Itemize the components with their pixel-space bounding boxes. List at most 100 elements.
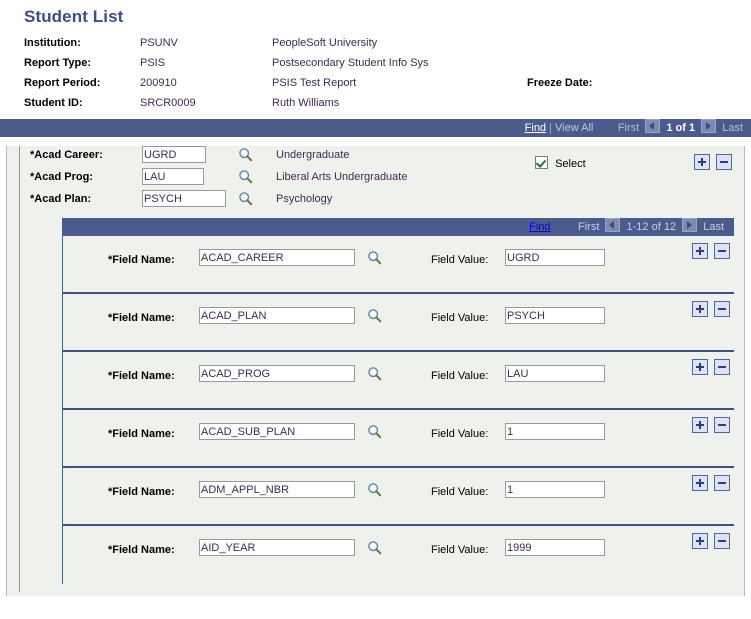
acad-fields-body: *Acad Career: UGRD Undergraduate *Acad P… — [30, 146, 407, 212]
grid-navbar: Find First 1-12 of 12 Last — [62, 218, 734, 236]
grid-remove-row-button[interactable] — [714, 475, 730, 491]
acad-career-description: Undergraduate — [276, 148, 350, 161]
field-value-label: Field Value: — [431, 544, 489, 556]
magnifier-icon[interactable] — [238, 147, 253, 162]
grid-last-link[interactable]: Last — [703, 221, 724, 233]
grid-remove-row-button[interactable] — [714, 243, 730, 259]
grid-remove-row-button[interactable] — [714, 533, 730, 549]
acad-plan-input[interactable] — [142, 190, 226, 207]
report-header-body: Institution: PSUNV PeopleSoft University… — [24, 37, 592, 117]
header-row-report-period: Report Period: 200910 PSIS Test Report F… — [24, 77, 592, 97]
grid-body: *Field Name: Field Value: — [62, 236, 734, 584]
field-name-input[interactable] — [199, 365, 355, 382]
grid-find-link[interactable]: Find — [529, 221, 550, 233]
field-value-input[interactable] — [505, 481, 605, 498]
page-title: Student List — [24, 7, 124, 26]
field-value-input[interactable] — [505, 423, 605, 440]
outer-add-row-button[interactable] — [693, 154, 710, 170]
field-name-input[interactable] — [199, 423, 355, 440]
grid-bottom-spacer — [20, 584, 744, 592]
grid-row-buttons — [689, 533, 730, 549]
outer-find-link[interactable]: Find — [525, 122, 546, 134]
grid-add-row-button[interactable] — [691, 301, 708, 317]
institution-value: PSUNV — [140, 37, 178, 49]
grid-add-row-button[interactable] — [691, 533, 708, 549]
magnifier-icon[interactable] — [238, 191, 253, 206]
grid-prev-arrow-icon[interactable] — [605, 218, 621, 232]
field-value-input[interactable] — [505, 249, 605, 266]
grid-add-row-button[interactable] — [691, 417, 708, 433]
student-name-value: Ruth Williams — [272, 97, 340, 109]
grid-row-counter: 1-12 of 12 — [626, 221, 677, 233]
student-id-label: Student ID: — [24, 97, 83, 109]
grid-row-buttons — [689, 243, 730, 259]
field-value-input[interactable] — [505, 539, 605, 556]
magnifier-icon[interactable] — [367, 308, 382, 323]
field-name-input[interactable] — [199, 481, 355, 498]
table-row: *Field Name: Field Value: — [63, 236, 734, 294]
field-value-input[interactable] — [505, 307, 605, 324]
field-grid: Find First 1-12 of 12 Last *Field Name: — [62, 218, 734, 584]
field-value-label: Field Value: — [431, 254, 489, 266]
header-row-institution-spacer — [527, 37, 592, 57]
field-name-label: *Field Name: — [108, 254, 175, 266]
outer-prev-arrow-icon[interactable] — [645, 119, 661, 133]
field-name-label: *Field Name: — [108, 544, 175, 556]
freeze-date-label: Freeze Date: — [527, 77, 593, 89]
field-value-label: Field Value: — [431, 428, 489, 440]
acad-plan-row: *Acad Plan: PSYCH Psychology — [30, 190, 407, 212]
field-name-input[interactable] — [199, 539, 355, 556]
grid-remove-row-button[interactable] — [714, 301, 730, 317]
field-value-label: Field Value: — [431, 486, 489, 498]
outer-remove-row-button[interactable] — [716, 154, 732, 170]
magnifier-icon[interactable] — [367, 366, 382, 381]
outer-first-link[interactable]: First — [618, 122, 639, 134]
magnifier-icon[interactable] — [367, 424, 382, 439]
grid-add-row-button[interactable] — [691, 475, 708, 491]
report-header-table: Institution: PSUNV PeopleSoft University… — [24, 37, 592, 117]
field-name-label: *Field Name: — [108, 312, 175, 324]
report-type-label: Report Type: — [24, 57, 92, 69]
outer-last-link[interactable]: Last — [722, 122, 743, 134]
field-value-label: Field Value: — [431, 370, 489, 382]
magnifier-icon[interactable] — [367, 250, 382, 265]
field-name-input[interactable] — [199, 249, 355, 266]
report-period-description: PSIS Test Report — [272, 77, 357, 89]
field-value-input[interactable] — [505, 365, 605, 382]
select-checkbox-group[interactable]: Select — [535, 156, 586, 170]
select-label: Select — [555, 158, 586, 170]
grid-add-row-button[interactable] — [691, 359, 708, 375]
table-row: *Field Name: Field Value: — [63, 526, 734, 584]
magnifier-icon[interactable] — [238, 169, 253, 184]
grid-next-arrow-icon[interactable] — [682, 218, 698, 232]
grid-add-row-button[interactable] — [691, 243, 708, 259]
outer-panel: *Acad Career: UGRD Undergraduate *Acad P… — [6, 146, 745, 596]
report-period-label: Report Period: — [24, 77, 101, 89]
grid-row-buttons — [689, 301, 730, 317]
acad-career-input[interactable] — [142, 146, 206, 163]
outer-scroll-navbar: Find | View All First 1 of 1 Last — [0, 119, 751, 137]
acad-prog-lookup-cell — [234, 168, 264, 190]
select-checkbox[interactable] — [535, 156, 548, 169]
acad-prog-row: *Acad Prog: LAU Liberal Arts Undergradua… — [30, 168, 407, 190]
magnifier-icon[interactable] — [367, 482, 382, 497]
magnifier-icon[interactable] — [367, 540, 382, 555]
outer-row-counter: 1 of 1 — [666, 122, 696, 134]
report-type-description: Postsecondary Student Info Sys — [272, 57, 429, 69]
grid-remove-row-button[interactable] — [714, 359, 730, 375]
acad-prog-description: Liberal Arts Undergraduate — [276, 170, 408, 183]
outer-view-all-link[interactable]: View All — [555, 122, 593, 134]
acad-prog-input[interactable] — [142, 168, 204, 185]
grid-row-buttons — [689, 359, 730, 375]
table-row: *Field Name: Field Value: — [63, 352, 734, 410]
header-row-report-type: Report Type: PSIS Postsecondary Student … — [24, 57, 592, 77]
outer-next-arrow-icon[interactable] — [701, 119, 717, 133]
acad-plan-lookup-cell — [234, 190, 264, 212]
field-name-label: *Field Name: — [108, 428, 175, 440]
grid-remove-row-button[interactable] — [714, 417, 730, 433]
acad-prog-field-cell — [142, 168, 234, 190]
grid-first-link[interactable]: First — [578, 221, 599, 233]
report-period-value: 200910 — [140, 77, 177, 89]
field-name-input[interactable] — [199, 307, 355, 324]
outer-scroll-controls: Find | View All First 1 of 1 Last — [525, 119, 743, 137]
